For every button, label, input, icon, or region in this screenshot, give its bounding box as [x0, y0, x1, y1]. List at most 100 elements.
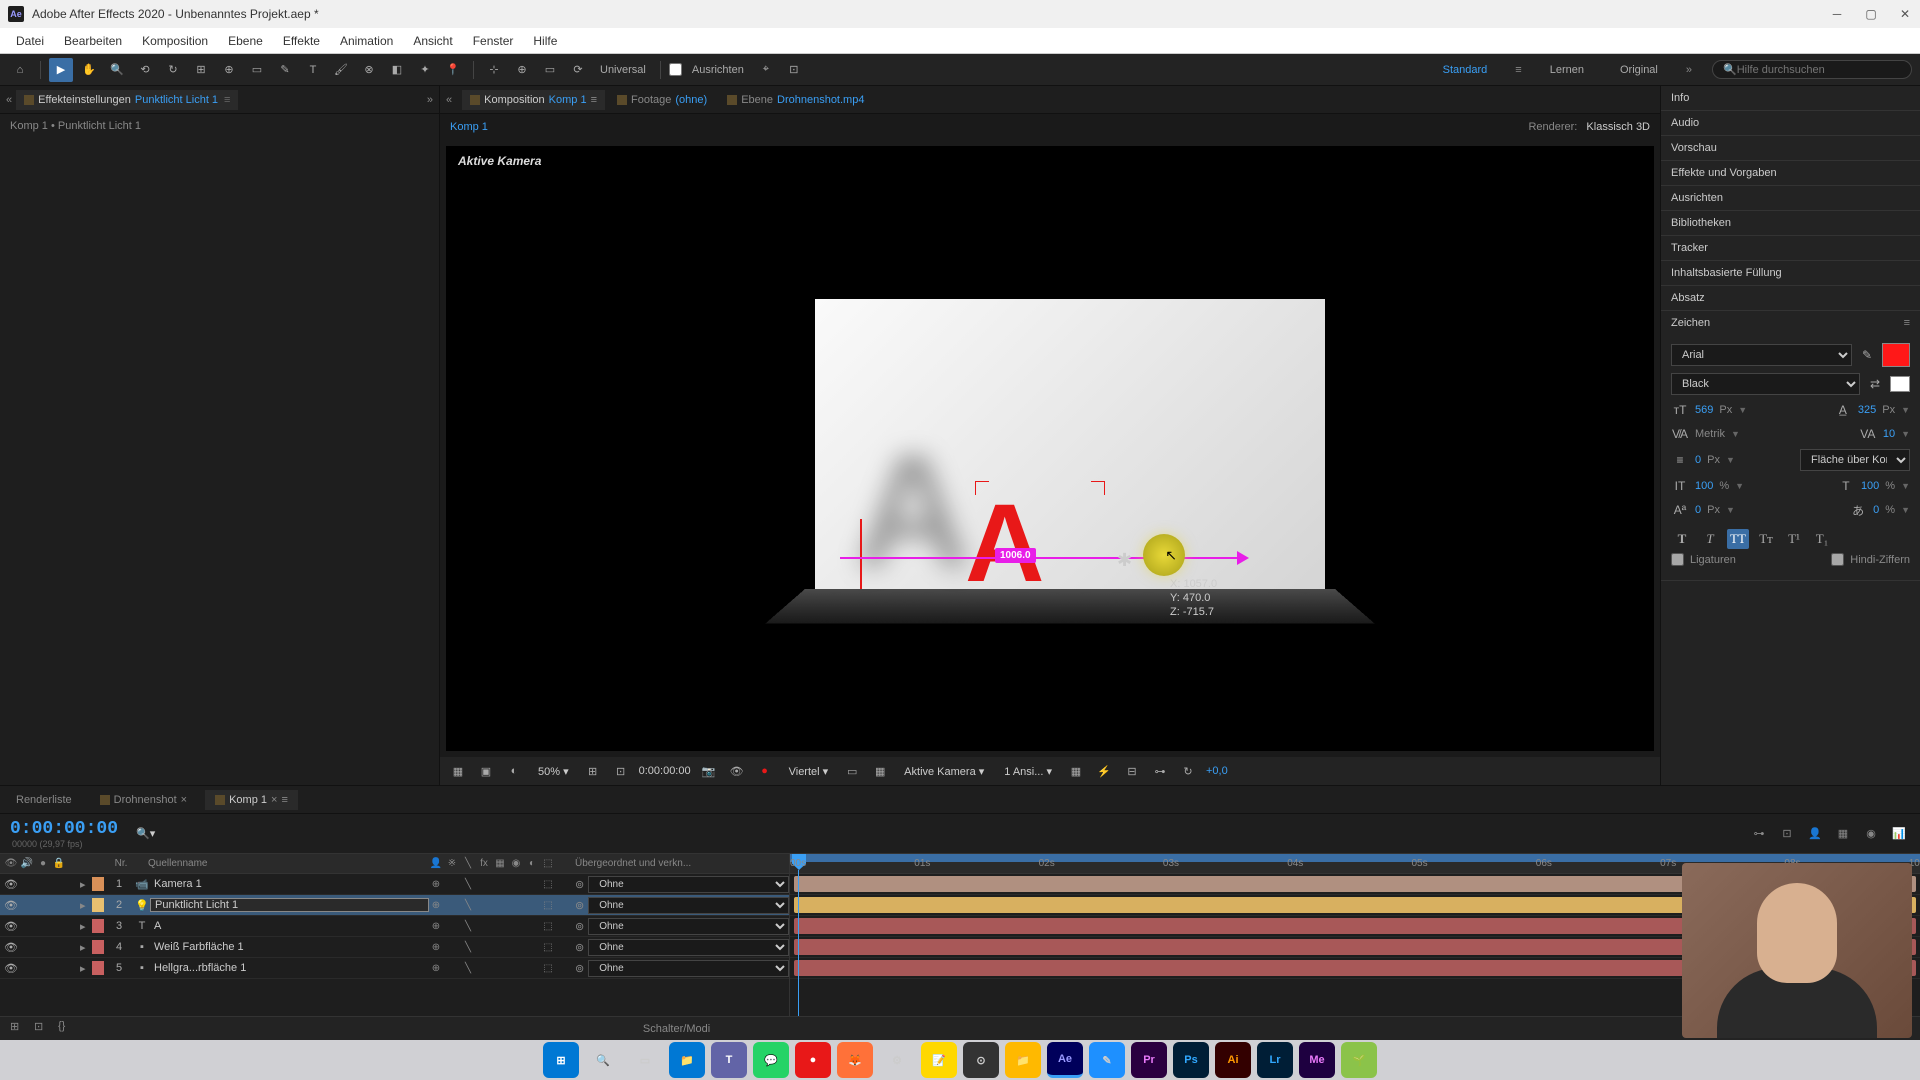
audio-column-icon[interactable]: 🔊: [20, 857, 34, 871]
baseline-value[interactable]: 0: [1695, 504, 1701, 516]
pan-behind-tool[interactable]: ⊕: [217, 58, 241, 82]
workspace-original[interactable]: Original: [1612, 60, 1666, 80]
obs-icon[interactable]: ⊙: [963, 1042, 999, 1078]
tracking-value[interactable]: 10: [1883, 428, 1895, 440]
toggle-inout-icon[interactable]: {}: [58, 1020, 76, 1038]
panel-tracker[interactable]: Tracker: [1661, 236, 1920, 260]
show-snapshot-icon[interactable]: 👁: [727, 761, 747, 781]
smallcaps-button[interactable]: Tᴛ: [1755, 529, 1777, 549]
panel-menu-icon[interactable]: ≡: [1904, 317, 1910, 329]
tsume-value[interactable]: 0: [1873, 504, 1879, 516]
panel-bibliotheken[interactable]: Bibliotheken: [1661, 211, 1920, 235]
panel-audio[interactable]: Audio: [1661, 111, 1920, 135]
view-axis-tool[interactable]: ▭: [538, 58, 562, 82]
timeline-search[interactable]: 🔍▾: [136, 827, 155, 840]
transparency-icon[interactable]: ▦: [870, 761, 890, 781]
snapshot-icon[interactable]: 📷: [699, 761, 719, 781]
panel-info[interactable]: Info: [1661, 86, 1920, 110]
current-timecode[interactable]: 0:00:00:00: [0, 819, 128, 839]
photoshop-icon[interactable]: Ps: [1173, 1042, 1209, 1078]
text-layer-a[interactable]: A: [965, 489, 1044, 599]
leading-value[interactable]: 325: [1858, 404, 1876, 416]
video-column-icon[interactable]: 👁: [4, 857, 18, 871]
teams-icon[interactable]: T: [711, 1042, 747, 1078]
puppet-tool[interactable]: 📍: [441, 58, 465, 82]
view-dropdown[interactable]: Aktive Kamera ▾: [898, 763, 990, 780]
app-icon-red[interactable]: ●: [795, 1042, 831, 1078]
hscale-value[interactable]: 100: [1861, 480, 1879, 492]
layer-row[interactable]: 👁▸5▪Hellgra...rbfläche 1⊕╲⬚⊚Ohne: [0, 958, 789, 979]
rotate-tool[interactable]: ↻: [161, 58, 185, 82]
workspace-standard[interactable]: Standard: [1435, 60, 1496, 80]
superscript-button[interactable]: T¹: [1783, 529, 1805, 549]
timeline-icon[interactable]: ⊟: [1122, 761, 1142, 781]
dropdown-arrow-icon[interactable]: ▼: [1901, 481, 1910, 491]
always-preview-icon[interactable]: ▦: [448, 761, 468, 781]
bold-button[interactable]: T: [1671, 529, 1693, 549]
menu-datei[interactable]: Datei: [6, 30, 54, 52]
app-icon-blue[interactable]: ✎: [1089, 1042, 1125, 1078]
workspace-more[interactable]: »: [1686, 64, 1692, 76]
comp-tab-1[interactable]: Footage (ohne): [609, 90, 715, 110]
dropdown-arrow-icon[interactable]: ▼: [1738, 405, 1747, 415]
allcaps-button[interactable]: TT: [1727, 529, 1749, 549]
work-area[interactable]: [790, 854, 1920, 862]
grid-icon[interactable]: ⊡: [611, 761, 631, 781]
renderer-value[interactable]: Klassisch 3D: [1586, 121, 1650, 133]
dropdown-arrow-icon[interactable]: ▼: [1726, 505, 1735, 515]
channel-icon[interactable]: ●: [755, 761, 775, 781]
font-family-dropdown[interactable]: Arial: [1671, 344, 1852, 366]
menu-effekte[interactable]: Effekte: [273, 30, 330, 52]
panel-vorschau[interactable]: Vorschau: [1661, 136, 1920, 160]
after-effects-icon[interactable]: Ae: [1047, 1042, 1083, 1078]
app-icon-gray[interactable]: ⚙: [879, 1042, 915, 1078]
ligatures-checkbox[interactable]: [1671, 553, 1684, 566]
app-icon-green[interactable]: 🌱: [1341, 1042, 1377, 1078]
lock-column-icon[interactable]: 🔒: [52, 857, 66, 871]
dropdown-arrow-icon[interactable]: ▼: [1901, 429, 1910, 439]
layer-row[interactable]: 👁▸3TA⊕╲⬚⊚Ohne: [0, 916, 789, 937]
camera-tool[interactable]: ⊞: [189, 58, 213, 82]
menu-animation[interactable]: Animation: [330, 30, 403, 52]
panel-prev[interactable]: «: [6, 94, 12, 106]
media-encoder-icon[interactable]: Me: [1299, 1042, 1335, 1078]
dropdown-arrow-icon[interactable]: ▼: [1731, 429, 1740, 439]
y-axis-gizmo[interactable]: [860, 519, 862, 589]
switches-modes-toggle[interactable]: Schalter/Modi: [643, 1023, 710, 1035]
comp-breadcrumb[interactable]: Komp 1: [450, 121, 488, 133]
orbit-tool[interactable]: ⟲: [133, 58, 157, 82]
roto-tool[interactable]: ✦: [413, 58, 437, 82]
notes-icon[interactable]: 📝: [921, 1042, 957, 1078]
frame-blend-icon[interactable]: ▦: [1832, 823, 1854, 845]
taskview-icon[interactable]: ▭: [627, 1042, 663, 1078]
panel-prev[interactable]: «: [446, 94, 452, 106]
shy-icon[interactable]: 👤: [1804, 823, 1826, 845]
light-marker[interactable]: ✱: [1117, 550, 1132, 571]
local-axis-tool[interactable]: ⊹: [482, 58, 506, 82]
safe-zones-icon[interactable]: ⊞: [583, 761, 603, 781]
effect-controls-tab[interactable]: Effekteinstellungen Punktlicht Licht 1 ≡: [16, 90, 238, 110]
x-axis-arrow[interactable]: [1237, 551, 1249, 565]
viewer-timecode[interactable]: 0:00:00:00: [639, 765, 691, 777]
draft-3d-icon[interactable]: ⊡: [1776, 823, 1798, 845]
comp-tab-2[interactable]: Ebene Drohnenshot.mp4: [719, 90, 872, 110]
dropdown-arrow-icon[interactable]: ▼: [1901, 505, 1910, 515]
toggle-modes-icon[interactable]: ⊡: [34, 1020, 52, 1038]
close-button[interactable]: ✕: [1898, 7, 1912, 21]
help-search-input[interactable]: [1737, 64, 1901, 76]
whatsapp-icon[interactable]: 💬: [753, 1042, 789, 1078]
menu-komposition[interactable]: Komposition: [132, 30, 218, 52]
name-column-header[interactable]: Quellenname: [142, 858, 429, 869]
swap-colors-icon[interactable]: ⇄: [1866, 375, 1884, 393]
menu-ebene[interactable]: Ebene: [218, 30, 273, 52]
stroke-width-value[interactable]: 0: [1695, 454, 1701, 466]
dropdown-arrow-icon[interactable]: ▼: [1726, 455, 1735, 465]
zoom-tool[interactable]: 🔍: [105, 58, 129, 82]
zoom-dropdown[interactable]: 50% ▾: [532, 763, 575, 780]
vscale-value[interactable]: 100: [1695, 480, 1713, 492]
folder-icon[interactable]: 📁: [1005, 1042, 1041, 1078]
kerning-value[interactable]: Metrik: [1695, 428, 1725, 440]
illustrator-icon[interactable]: Ai: [1215, 1042, 1251, 1078]
help-search[interactable]: 🔍: [1712, 60, 1912, 79]
hand-tool[interactable]: ✋: [77, 58, 101, 82]
